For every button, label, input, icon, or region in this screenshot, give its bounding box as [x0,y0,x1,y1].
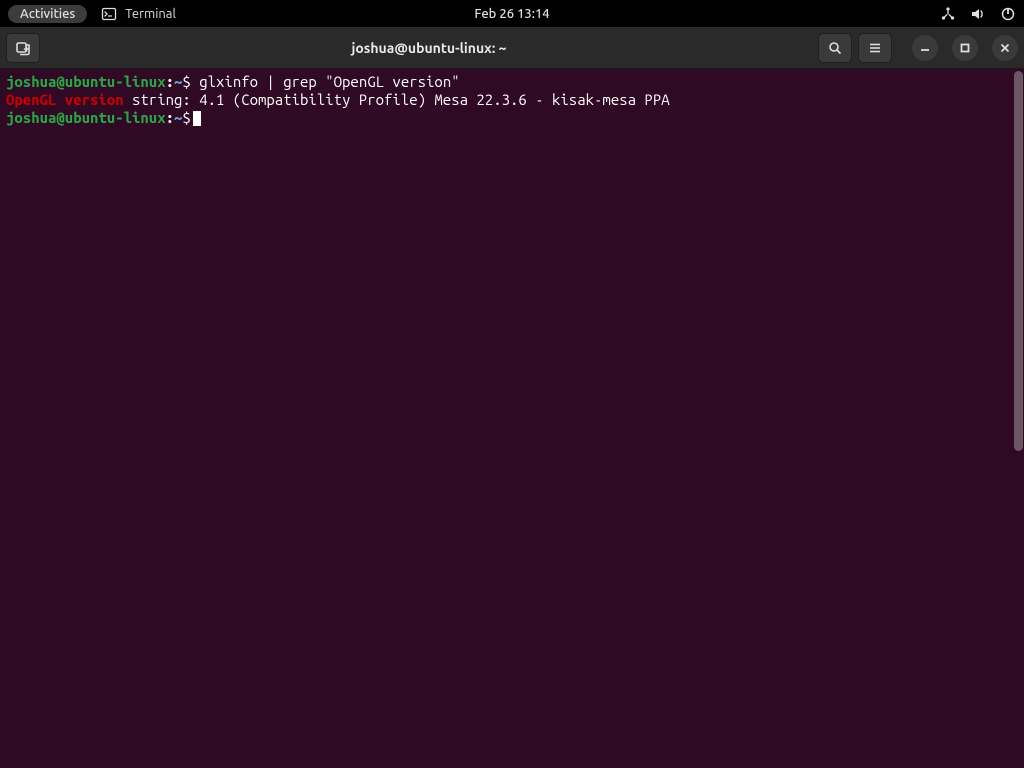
prompt-symbol: $ [182,109,190,126]
close-button[interactable] [992,35,1018,61]
terminal-line: joshua@ubuntu-linux:~$ glxinfo | grep "O… [6,73,1018,91]
menu-icon [867,40,883,56]
gnome-top-bar: Activities Terminal Feb 26 13:14 [0,0,1024,27]
minimize-icon [920,43,930,53]
output-text: string: 4.1 (Compatibility Profile) Mesa… [124,91,670,108]
maximize-button[interactable] [952,35,978,61]
prompt-symbol: $ [182,73,190,90]
activities-button[interactable]: Activities [8,5,87,23]
new-tab-button[interactable] [6,33,40,63]
command-text: glxinfo | grep "OpenGL version" [191,73,460,90]
maximize-icon [960,43,970,53]
window-headerbar: joshua@ubuntu-linux: ~ [0,27,1024,69]
grep-match: OpenGL version [6,91,124,108]
hamburger-menu-button[interactable] [858,33,892,63]
search-icon [827,40,843,56]
volume-icon[interactable] [970,6,986,22]
terminal-icon [101,6,117,22]
cursor [193,111,201,126]
terminal-line: OpenGL version string: 4.1 (Compatibilit… [6,91,1018,109]
search-button[interactable] [818,33,852,63]
minimize-button[interactable] [912,35,938,61]
terminal-line: joshua@ubuntu-linux:~$ [6,109,1018,127]
prompt-user-host: joshua@ubuntu-linux [6,109,166,126]
scrollbar-thumb[interactable] [1014,71,1023,451]
network-icon[interactable] [940,6,956,22]
clock[interactable]: Feb 26 13:14 [474,7,549,21]
terminal-viewport[interactable]: joshua@ubuntu-linux:~$ glxinfo | grep "O… [0,69,1024,768]
close-icon [1000,43,1010,53]
app-menu-label: Terminal [125,7,176,21]
prompt-user-host: joshua@ubuntu-linux [6,73,166,90]
app-menu[interactable]: Terminal [101,6,176,22]
power-icon[interactable] [1000,6,1016,22]
window-title: joshua@ubuntu-linux: ~ [46,40,812,56]
